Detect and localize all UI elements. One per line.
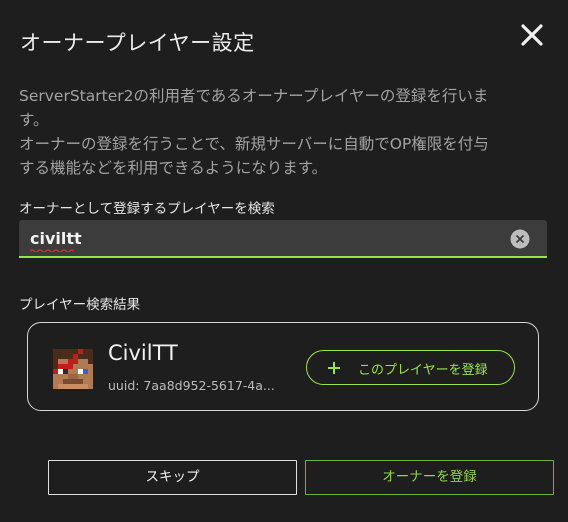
- search-field[interactable]: [19, 220, 547, 258]
- dialog-description: ServerStarter2の利用者であるオーナープレイヤーの登録を行いま す。…: [19, 84, 549, 180]
- description-line: する機能などを利用できるようになります。: [19, 159, 328, 177]
- player-avatar-icon: [53, 349, 93, 389]
- owner-settings-dialog: オーナープレイヤー設定 ServerStarter2の利用者であるオーナープレイ…: [0, 0, 568, 522]
- register-player-button[interactable]: このプレイヤーを登録: [306, 350, 515, 385]
- player-uuid: uuid: 7aa8d952-5617-4a...: [108, 378, 275, 393]
- player-name: CivilTT: [108, 341, 178, 365]
- close-icon[interactable]: [517, 20, 547, 50]
- player-result-card: CivilTT uuid: 7aa8d952-5617-4a... このプレイヤ…: [27, 322, 539, 411]
- results-label: プレイヤー検索結果: [19, 297, 141, 313]
- description-line: す。: [19, 111, 49, 129]
- description-line: ServerStarter2の利用者であるオーナープレイヤーの登録を行いま: [19, 87, 489, 105]
- spellcheck-underline: [30, 249, 74, 252]
- clear-search-icon[interactable]: [510, 229, 530, 249]
- register-player-label: このプレイヤーを登録: [358, 363, 488, 378]
- search-input[interactable]: [30, 225, 500, 251]
- description-line: オーナーの登録を行うことで、新規サーバーに自動でOP権限を付与: [19, 135, 489, 153]
- search-label: オーナーとして登録するプレイヤーを検索: [19, 201, 275, 217]
- plus-icon: [328, 362, 340, 374]
- register-owner-button[interactable]: オーナーを登録: [305, 460, 554, 495]
- dialog-title: オーナープレイヤー設定: [20, 31, 255, 55]
- skip-button[interactable]: スキップ: [48, 460, 297, 495]
